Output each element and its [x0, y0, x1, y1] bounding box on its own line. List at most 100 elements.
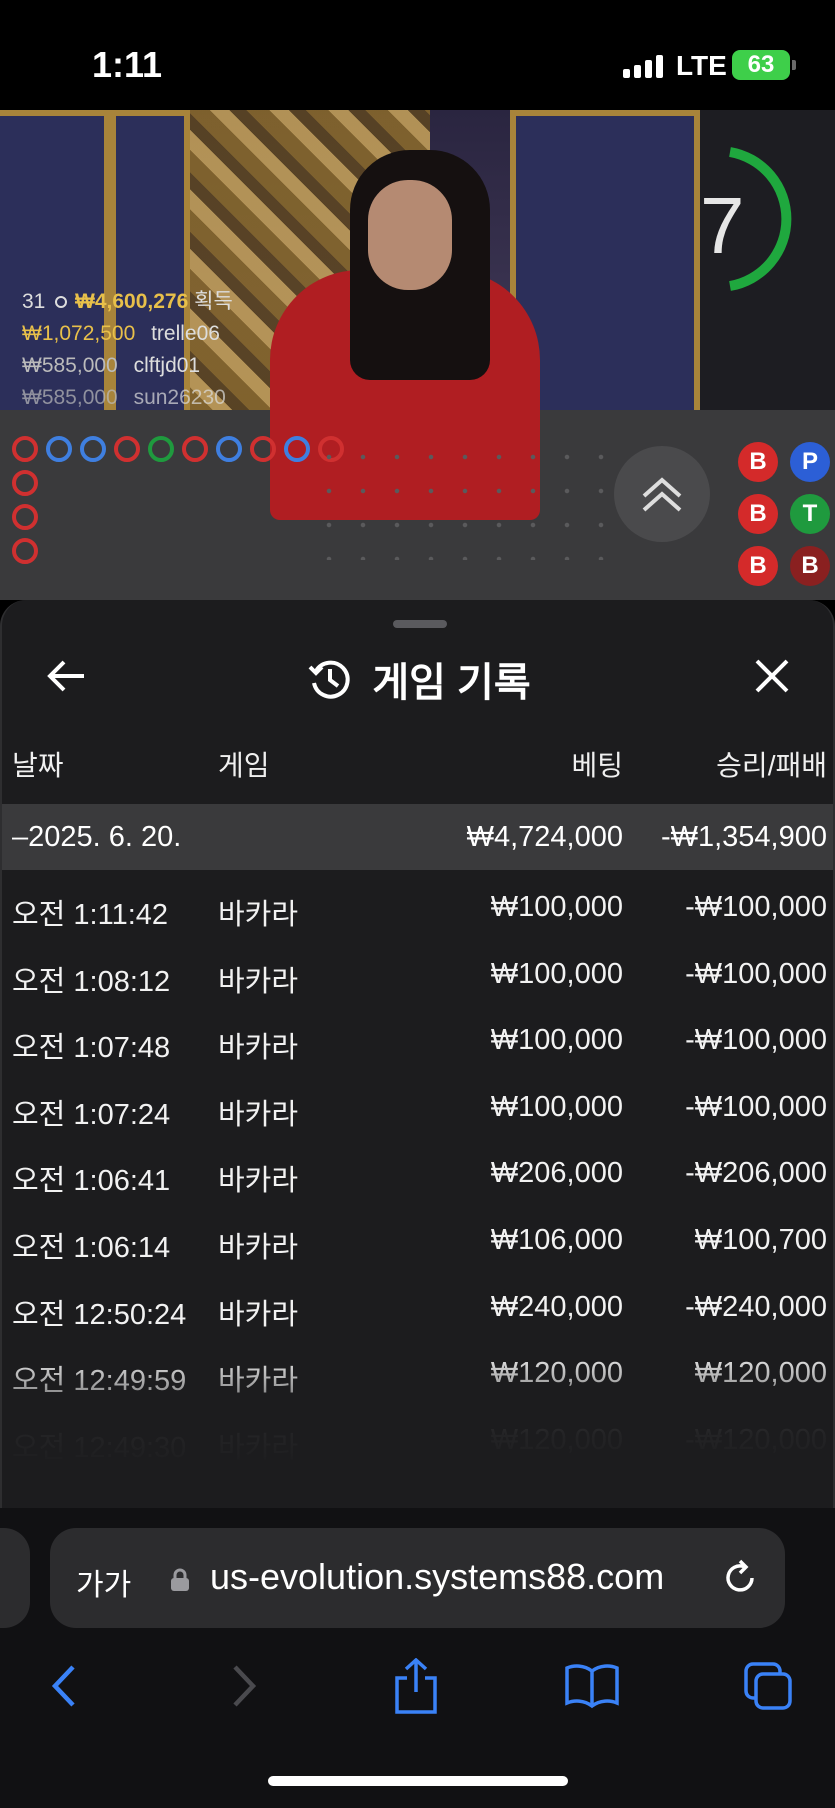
- row-win-loss: -₩100,000: [685, 1090, 827, 1123]
- back-nav-button[interactable]: [34, 1656, 94, 1716]
- roadmap-row: [12, 504, 344, 530]
- player-circle: [80, 436, 106, 462]
- table-row[interactable]: 오전 1:07:48 바카라 ₩100,000 -₩100,000: [2, 1003, 833, 1070]
- row-win-loss: -₩100,000: [685, 957, 827, 990]
- row-time: 오전 12:50:24: [12, 1298, 187, 1331]
- sheet-title: 게임 기록: [372, 661, 531, 705]
- bead-banker: B: [738, 546, 778, 586]
- bead-banker: B: [790, 546, 830, 586]
- day-win-loss-total: -₩1,354,900: [660, 821, 827, 853]
- winners-count: 31: [22, 290, 46, 313]
- table-row[interactable]: 오전 1:06:41 바카라 ₩206,000 -₩206,000: [2, 1136, 833, 1203]
- winner-row: ₩585,000 sun26230: [22, 382, 233, 414]
- row-bet: ₩100,000: [490, 1024, 623, 1057]
- winner-row: ₩585,000 clftjd01: [22, 350, 233, 382]
- row-game: 바카라: [218, 1165, 299, 1198]
- title-group: 게임 기록: [2, 650, 833, 708]
- url-text: us-evolution.systems88.com: [210, 1556, 665, 1597]
- row-win-loss: ₩120,000: [694, 1357, 827, 1390]
- double-chevron-up-icon: [642, 477, 682, 512]
- address-bar[interactable]: 가가 us-evolution.systems88.com: [50, 1528, 785, 1628]
- table-row[interactable]: 오전 1:08:12 바카라 ₩100,000 -₩100,000: [2, 937, 833, 1004]
- row-time: 오전 1:07:48: [12, 1032, 171, 1065]
- close-button[interactable]: [748, 654, 796, 698]
- row-win-loss: -₩206,000: [685, 1157, 827, 1190]
- column-win-loss: 승리/패배: [716, 750, 827, 781]
- bead-tie: T: [790, 494, 830, 534]
- chevron-right-icon: [233, 1665, 257, 1707]
- table-row[interactable]: 오전 12:50:24 바카라 ₩240,000 -₩240,000: [2, 1270, 833, 1337]
- lock-icon: [171, 1568, 189, 1591]
- bead-plate: B P B T B B: [738, 442, 830, 586]
- chevron-left-icon: [51, 1665, 75, 1707]
- browser-toolbar: [0, 1656, 835, 1726]
- status-bar: 1:11 LTE 63: [0, 0, 835, 110]
- table-row[interactable]: 오전 12:49:30 바카라 ₩120,000 -₩120,000: [2, 1403, 833, 1470]
- roadmap-row: [12, 436, 344, 462]
- previous-tab[interactable]: [0, 1528, 30, 1628]
- table-row[interactable]: 오전 12:49:59 바카라 ₩120,000 ₩120,000: [2, 1336, 833, 1403]
- forward-nav-button[interactable]: [214, 1656, 274, 1716]
- table-header: 날짜 게임 베팅 승리/패배: [2, 744, 833, 794]
- person-icon: [55, 296, 68, 308]
- bead-roadmap: [12, 436, 344, 572]
- table-row[interactable]: 오전 1:11:42 바카라 ₩100,000 -₩100,000: [2, 870, 833, 937]
- banker-circle: [12, 470, 38, 496]
- row-game: 바카라: [218, 1431, 299, 1464]
- day-summary-row[interactable]: –2025. 6. 20. ₩4,724,000 -₩1,354,900: [2, 804, 833, 870]
- countdown-timer: 7: [700, 181, 745, 270]
- reload-icon[interactable]: [720, 1558, 760, 1598]
- winner-amount: ₩1,072,500: [22, 322, 136, 345]
- row-bet: ₩120,000: [490, 1423, 623, 1456]
- winners-summary: 31 ₩4,600,276 획득: [22, 286, 233, 318]
- row-game: 바카라: [218, 899, 299, 931]
- home-indicator[interactable]: [268, 1776, 568, 1786]
- table-row[interactable]: 오전 1:07:24 바카라 ₩100,000 -₩100,000: [2, 1070, 833, 1137]
- roadmap-row: [12, 470, 344, 496]
- banker-circle: [12, 538, 38, 564]
- winner-name: clftjd01: [133, 354, 201, 377]
- winners-suffix: 획득: [194, 290, 233, 313]
- winner-amount: ₩585,000: [22, 354, 118, 377]
- bookmarks-button[interactable]: [562, 1656, 622, 1716]
- roadmap-row: [12, 538, 344, 564]
- sheet-grabber[interactable]: [393, 620, 447, 628]
- row-bet: ₩240,000: [490, 1290, 623, 1323]
- dealer-face: [368, 180, 452, 290]
- winner-name: trelle06: [151, 322, 220, 345]
- network-type: LTE: [676, 50, 727, 81]
- tabs-button[interactable]: [738, 1656, 798, 1716]
- day-bet-total: ₩4,724,000: [466, 821, 623, 853]
- live-video[interactable]: 7 31 ₩4,600,276 획득 ₩1,072,500 trelle06 ₩…: [0, 110, 835, 600]
- winner-row: ₩1,072,500 trelle06: [22, 318, 233, 350]
- row-game: 바카라: [218, 1365, 299, 1398]
- share-icon: [395, 1658, 437, 1714]
- player-circle: [216, 436, 242, 462]
- book-icon: [565, 1664, 619, 1709]
- status-time: 1:11: [92, 44, 163, 85]
- tabs-icon: [744, 1662, 792, 1710]
- player-circle: [46, 436, 72, 462]
- winner-amount: ₩585,000: [22, 386, 118, 409]
- winner-name: sun26230: [133, 386, 226, 409]
- game-history-sheet: 게임 기록 날짜 게임 베팅 승리/패배 –2025. 6. 20. ₩4,72…: [0, 600, 835, 1508]
- column-bet: 베팅: [571, 750, 623, 781]
- banker-circle: [114, 436, 140, 462]
- close-icon: [755, 659, 789, 693]
- row-bet: ₩100,000: [490, 1090, 623, 1123]
- banker-circle: [12, 436, 38, 462]
- winners-total: ₩4,600,276: [75, 290, 189, 313]
- column-date: 날짜: [12, 750, 64, 781]
- share-button[interactable]: [386, 1656, 446, 1716]
- tie-circle: [148, 436, 174, 462]
- row-game: 바카라: [218, 1098, 299, 1131]
- banker-circle: [12, 504, 38, 530]
- expand-button[interactable]: [614, 446, 710, 542]
- table-row[interactable]: 오전 1:06:14 바카라 ₩106,000 ₩100,700: [2, 1203, 833, 1270]
- row-win-loss: -₩100,000: [685, 891, 827, 923]
- row-time: 오전 12:49:59: [12, 1365, 187, 1398]
- text-size-button[interactable]: 가가: [76, 1560, 131, 1604]
- browser-chrome: 가가 us-evolution.systems88.com: [0, 1508, 835, 1808]
- row-game: 바카라: [218, 965, 299, 998]
- row-time: 오전 1:11:42: [12, 899, 169, 931]
